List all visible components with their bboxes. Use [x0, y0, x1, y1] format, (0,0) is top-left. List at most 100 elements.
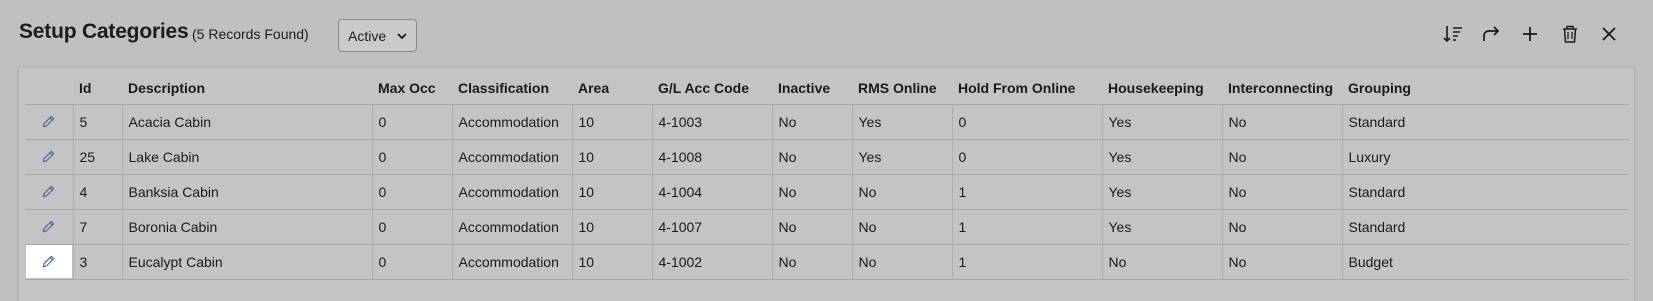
- cell-gl-acc-code: 4-1007: [652, 209, 773, 245]
- edit-cell: [25, 174, 74, 210]
- cell-grouping: Standard: [1342, 174, 1629, 210]
- table-row[interactable]: 5 Acacia Cabin 0 Accommodation 10 4-1003 No Yes…: [25, 104, 1629, 140]
- table-body: 5 Acacia Cabin 0 Accommodation 10 4-1003 No Yes…: [25, 104, 1629, 280]
- cell-classification: Accommodation: [452, 174, 573, 210]
- cell-area: 10: [572, 244, 653, 280]
- cell-gl-acc-code: 4-1003: [652, 104, 773, 140]
- record-count: (5 Records Found): [192, 26, 309, 42]
- column-header-id[interactable]: Id: [73, 72, 122, 105]
- cell-inactive: No: [772, 209, 853, 245]
- table-row[interactable]: 25 Lake Cabin 0 Accommodation 10 4-1008 No Yes 0…: [25, 139, 1629, 175]
- cell-inactive: No: [772, 139, 853, 175]
- cell-rms-online: No: [852, 174, 953, 210]
- cell-id: 5: [73, 104, 123, 140]
- close-button[interactable]: [1596, 20, 1622, 48]
- cell-classification: Accommodation: [452, 104, 573, 140]
- cell-max-occ: 0: [372, 104, 453, 140]
- cell-area: 10: [572, 209, 653, 245]
- add-button[interactable]: [1517, 20, 1543, 48]
- share-icon: [1483, 26, 1500, 41]
- status-filter-value: Active: [348, 27, 387, 44]
- cell-rms-online: Yes: [852, 139, 953, 175]
- cell-classification: Accommodation: [452, 139, 573, 175]
- cell-description: Acacia Cabin: [122, 104, 373, 140]
- status-filter-select[interactable]: Active: [338, 19, 417, 52]
- edit-button[interactable]: [26, 140, 72, 173]
- categories-table: Id Description Max Occ Classification Ar…: [25, 72, 1629, 280]
- cell-description: Banksia Cabin: [122, 174, 373, 210]
- cell-max-occ: 0: [372, 174, 453, 210]
- column-header-description[interactable]: Description: [122, 72, 372, 105]
- cell-interconnecting: No: [1222, 244, 1343, 280]
- cell-grouping: Standard: [1342, 104, 1629, 140]
- cell-description: Lake Cabin: [122, 139, 373, 175]
- table-header-row: Id Description Max Occ Classification Ar…: [25, 72, 1629, 105]
- column-header-hold-from-online[interactable]: Hold From Online: [952, 72, 1102, 105]
- delete-button[interactable]: [1557, 20, 1583, 48]
- table-row[interactable]: 3 Eucalypt Cabin 0 Accommodation 10 4-1002 No N…: [25, 244, 1629, 280]
- cell-hold-from-online: 0: [952, 139, 1103, 175]
- pencil-icon: [42, 185, 55, 198]
- column-header-area[interactable]: Area: [572, 72, 652, 105]
- edit-cell: [25, 139, 74, 175]
- share-button[interactable]: [1478, 20, 1504, 48]
- page-title: Setup Categories: [19, 20, 189, 43]
- cell-interconnecting: No: [1222, 174, 1343, 210]
- cell-id: 7: [73, 209, 123, 245]
- cell-classification: Accommodation: [452, 209, 573, 245]
- column-header-rms-online[interactable]: RMS Online: [852, 72, 952, 105]
- column-header-housekeeping[interactable]: Housekeeping: [1102, 72, 1222, 105]
- cell-rms-online: No: [852, 209, 953, 245]
- column-header-edit: [25, 72, 73, 105]
- pencil-icon: [42, 150, 55, 163]
- cell-hold-from-online: 1: [952, 209, 1103, 245]
- edit-cell: [25, 209, 74, 245]
- cell-description: Eucalypt Cabin: [122, 244, 373, 280]
- edit-button[interactable]: [25, 245, 72, 278]
- categories-panel: Id Description Max Occ Classification Ar…: [19, 68, 1634, 301]
- close-icon: [1602, 27, 1616, 41]
- page-header: Setup Categories (5 Records Found) Activ…: [0, 0, 1653, 68]
- cell-housekeeping: Yes: [1102, 209, 1223, 245]
- cell-hold-from-online: 1: [952, 174, 1103, 210]
- cell-inactive: No: [772, 104, 853, 140]
- cell-id: 25: [73, 139, 123, 175]
- cell-rms-online: No: [852, 244, 953, 280]
- column-header-max-occ[interactable]: Max Occ: [372, 72, 452, 105]
- cell-interconnecting: No: [1222, 139, 1343, 175]
- cell-hold-from-online: 0: [952, 104, 1103, 140]
- table-row[interactable]: 7 Boronia Cabin 0 Accommodation 10 4-1007 No No…: [25, 209, 1629, 245]
- cell-housekeeping: Yes: [1102, 104, 1223, 140]
- column-header-inactive[interactable]: Inactive: [772, 72, 852, 105]
- column-header-gl-acc-code[interactable]: G/L Acc Code: [652, 72, 772, 105]
- cell-gl-acc-code: 4-1004: [652, 174, 773, 210]
- chevron-down-icon: [397, 33, 407, 40]
- cell-housekeeping: No: [1102, 244, 1223, 280]
- cell-grouping: Luxury: [1342, 139, 1629, 175]
- table-row[interactable]: 4 Banksia Cabin 0 Accommodation 10 4-1004 No No…: [25, 174, 1629, 210]
- edit-button[interactable]: [26, 175, 72, 208]
- column-header-grouping[interactable]: Grouping: [1342, 72, 1629, 105]
- cell-id: 4: [73, 174, 123, 210]
- pencil-icon: [42, 255, 55, 268]
- cell-max-occ: 0: [372, 139, 453, 175]
- cell-id: 3: [73, 244, 123, 280]
- cell-description: Boronia Cabin: [122, 209, 373, 245]
- cell-interconnecting: No: [1222, 104, 1343, 140]
- column-header-classification[interactable]: Classification: [452, 72, 572, 105]
- cell-max-occ: 0: [372, 244, 453, 280]
- pencil-icon: [42, 220, 55, 233]
- cell-housekeeping: Yes: [1102, 139, 1223, 175]
- cell-gl-acc-code: 4-1002: [652, 244, 773, 280]
- edit-button[interactable]: [26, 210, 72, 243]
- cell-area: 10: [572, 174, 653, 210]
- trash-icon: [1563, 25, 1577, 43]
- sort-button[interactable]: [1440, 20, 1466, 48]
- cell-area: 10: [572, 139, 653, 175]
- edit-button[interactable]: [26, 105, 72, 138]
- cell-area: 10: [572, 104, 653, 140]
- column-header-interconnecting[interactable]: Interconnecting: [1222, 72, 1342, 105]
- cell-classification: Accommodation: [452, 244, 573, 280]
- sort-icon: [1443, 26, 1462, 43]
- cell-gl-acc-code: 4-1008: [652, 139, 773, 175]
